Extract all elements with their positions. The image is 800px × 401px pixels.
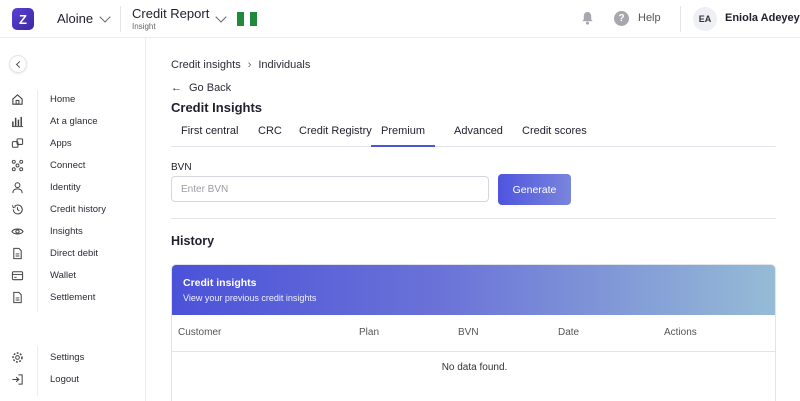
- sidebar-item-label: Credit history: [50, 204, 106, 215]
- tab-premium[interactable]: Premium: [371, 125, 436, 147]
- nigeria-flag-icon: [237, 12, 258, 26]
- sidebar-item-identity[interactable]: Identity: [0, 178, 146, 198]
- tab-first-central[interactable]: First central: [181, 125, 238, 147]
- history-heading: History: [171, 234, 215, 248]
- main-content: Credit insights › Individuals ← Go Back Cre…: [146, 38, 800, 401]
- user-icon: [12, 182, 23, 194]
- page-title: Credit Insights: [171, 100, 263, 115]
- home-icon: [12, 94, 23, 105]
- org-chevron-down-icon[interactable]: [99, 11, 111, 23]
- sidebar-item-label: Home: [50, 94, 76, 105]
- brand-logo[interactable]: Z: [12, 8, 34, 30]
- sidebar-item-logout[interactable]: Logout: [0, 370, 146, 390]
- help-icon[interactable]: ?: [614, 11, 629, 26]
- history-icon: [11, 204, 23, 215]
- wallet-icon: [11, 271, 24, 281]
- sidebar-item-insights[interactable]: Insights: [0, 222, 146, 242]
- generate-button[interactable]: Generate: [498, 174, 571, 205]
- bvn-input[interactable]: [171, 176, 489, 202]
- column-header-customer: Customer: [178, 327, 222, 338]
- column-header-actions: Actions: [664, 327, 697, 338]
- sidebar-item-label: Logout: [50, 374, 80, 385]
- tab-advanced[interactable]: Advanced: [454, 125, 503, 147]
- avatar[interactable]: EA: [693, 7, 717, 31]
- bell-icon[interactable]: [581, 11, 594, 25]
- tab-bar: First central CRC Credit Registry Premiu…: [171, 122, 776, 147]
- empty-state-message: No data found.: [441, 362, 508, 373]
- section-divider: [171, 218, 776, 219]
- sidebar-item-label: Connect: [50, 160, 86, 171]
- go-back-link[interactable]: ← Go Back: [171, 82, 231, 94]
- sidebar-item-label: Wallet: [50, 270, 77, 281]
- sidebar-item-home[interactable]: Home: [0, 90, 146, 110]
- sidebar-item-credit-history[interactable]: Credit history: [0, 200, 146, 220]
- help-link[interactable]: Help: [638, 12, 661, 24]
- sidebar-item-label: Settlement: [50, 292, 96, 303]
- divider: [680, 6, 681, 32]
- top-bar: Z Aloine Credit Report Insight ? Help EA…: [0, 0, 800, 38]
- breadcrumb: Credit insights › Individuals: [171, 59, 310, 71]
- user-name[interactable]: Eniola Adeyeye: [725, 12, 800, 24]
- logout-icon: [12, 374, 23, 385]
- sidebar-item-settlement[interactable]: Settlement: [0, 288, 146, 308]
- connect-icon: [11, 159, 24, 172]
- tab-credit-registry[interactable]: Credit Registry: [299, 125, 372, 147]
- sidebar: Home At a glance Apps Connect Identity C…: [0, 38, 146, 401]
- product-subtitle: Insight: [132, 22, 156, 31]
- history-card: Credit insights View your previous credi…: [171, 264, 776, 401]
- tab-credit-scores[interactable]: Credit scores: [522, 125, 587, 147]
- sidebar-item-connect[interactable]: Connect: [0, 156, 146, 176]
- product-chevron-down-icon[interactable]: [215, 11, 227, 23]
- arrow-left-icon: ←: [171, 82, 182, 94]
- sidebar-item-apps[interactable]: Apps: [0, 134, 146, 154]
- go-back-label: Go Back: [189, 82, 232, 94]
- eye-icon: [11, 228, 24, 235]
- breadcrumb-item-credit-insights[interactable]: Credit insights: [171, 59, 241, 71]
- column-header-date: Date: [558, 327, 580, 338]
- sidebar-item-at-a-glance[interactable]: At a glance: [0, 112, 146, 132]
- bar-chart-icon: [11, 116, 24, 128]
- sidebar-item-label: Direct debit: [50, 248, 99, 259]
- breadcrumb-item-individuals[interactable]: Individuals: [258, 59, 310, 71]
- bvn-label: BVN: [171, 162, 192, 173]
- sidebar-item-label: Settings: [50, 352, 85, 363]
- flag-stripe: [250, 12, 258, 26]
- sidebar-item-label: At a glance: [50, 116, 98, 127]
- document-icon: [13, 291, 22, 304]
- product-title[interactable]: Credit Report: [132, 6, 209, 21]
- table-header: Customer Plan BVN Date Actions: [172, 315, 775, 352]
- sidebar-item-label: Insights: [50, 226, 83, 237]
- card-header: Credit insights View your previous credi…: [172, 265, 775, 315]
- gear-icon: [12, 352, 23, 363]
- flag-stripe: [243, 12, 251, 26]
- sidebar-item-label: Identity: [50, 182, 81, 193]
- sidebar-item-settings[interactable]: Settings: [0, 348, 146, 368]
- sidebar-item-wallet[interactable]: Wallet: [0, 266, 146, 286]
- flag-stripe: [237, 12, 244, 26]
- apps-icon: [11, 138, 24, 148]
- sidebar-item-direct-debit[interactable]: Direct debit: [0, 244, 146, 264]
- card-title: Credit insights: [183, 277, 257, 289]
- breadcrumb-separator: ›: [247, 59, 252, 71]
- tab-crc[interactable]: CRC: [258, 125, 282, 147]
- column-header-plan: Plan: [359, 327, 380, 338]
- column-header-bvn: BVN: [458, 327, 479, 338]
- sidebar-item-label: Apps: [50, 138, 72, 149]
- document-icon: [13, 247, 22, 260]
- collapse-sidebar-button[interactable]: [9, 55, 27, 73]
- card-subtitle: View your previous credit insights: [183, 293, 317, 303]
- org-name[interactable]: Aloine: [57, 11, 93, 26]
- divider: [120, 6, 121, 32]
